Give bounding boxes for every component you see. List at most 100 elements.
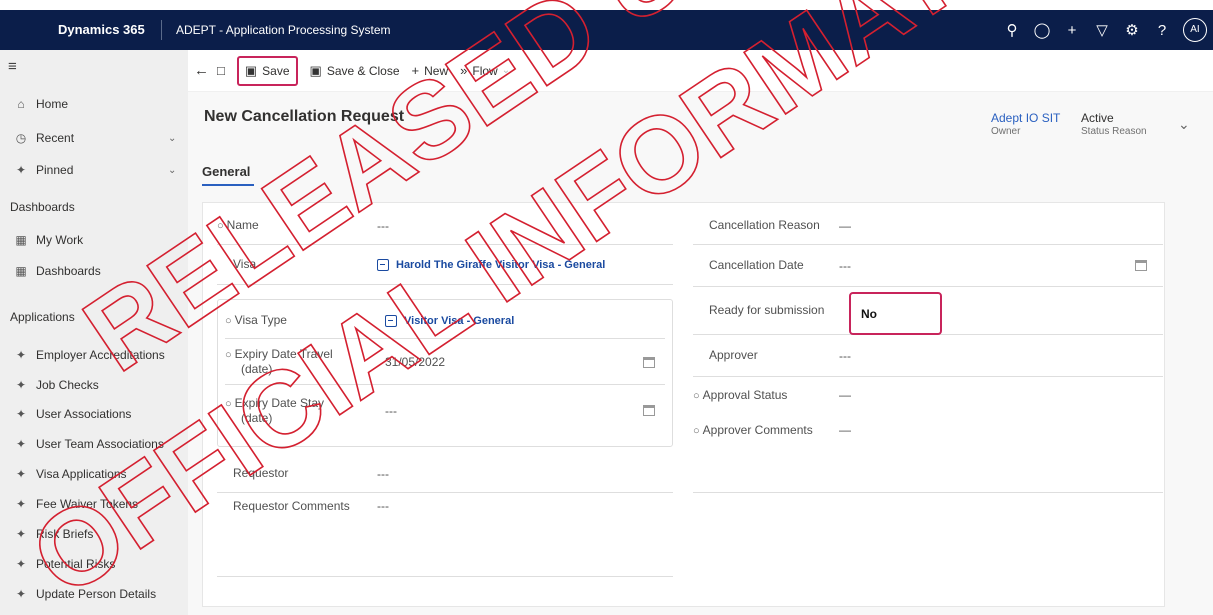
chevron-down-icon[interactable]: ⌄ <box>168 133 188 144</box>
field-requestor-comments: Requestor Comments --- <box>217 493 673 577</box>
expiry-travel-value[interactable]: 31/05/2022 <box>385 355 445 369</box>
top-navigation-bar: Dynamics 365 ADEPT - Application Process… <box>0 10 1213 50</box>
puzzle-icon: ✦ <box>15 407 27 421</box>
sidebar-item-risk-briefs[interactable]: ✦ Risk Briefs <box>0 520 188 548</box>
field-label: ○ Approval Status <box>693 387 788 402</box>
cancellation-date-input[interactable]: --- <box>839 259 851 273</box>
sidebar-item-fee-waiver-tokens[interactable]: ✦ Fee Waiver Tokens <box>0 490 188 518</box>
save-label: Save <box>262 63 290 78</box>
sidebar-item-employer-accreditations[interactable]: ✦ Employer Accreditations <box>0 341 188 369</box>
hamburger-menu-icon[interactable]: ≡ <box>8 58 17 75</box>
save-and-close-button[interactable]: ▣ Save & Close <box>310 56 400 86</box>
sidebar-item-job-checks[interactable]: ✦ Job Checks <box>0 371 188 399</box>
pin-icon: ✦ <box>15 163 27 177</box>
sidebar-item-pinned[interactable]: ✦ Pinned ⌄ <box>0 156 188 184</box>
chevron-down-icon[interactable]: ⌄ <box>168 165 188 176</box>
chevron-down-icon[interactable]: ⌄ <box>502 65 510 76</box>
clock-icon: ◷ <box>15 131 27 145</box>
chevron-down-icon[interactable]: ⌄ <box>1178 116 1190 133</box>
settings-gear-icon[interactable]: ⚙ <box>1117 21 1147 39</box>
visa-lookup-link[interactable]: Harold The Giraffe Visitor Visa - Genera… <box>377 258 605 271</box>
plus-icon[interactable]: + <box>1057 22 1087 39</box>
field-label: Requestor Comments <box>233 499 350 513</box>
brand-title[interactable]: Dynamics 365 <box>0 20 162 40</box>
sidebar-item-label: Dashboards <box>36 264 101 278</box>
visa-type-link[interactable]: Visitor Visa - General <box>385 314 514 327</box>
dashboard-icon: ▦ <box>15 233 27 247</box>
status-value: Active <box>1081 111 1114 125</box>
field-label: Approver <box>709 348 758 362</box>
lock-icon: ○ <box>225 398 232 410</box>
calendar-icon[interactable] <box>643 357 655 368</box>
owner-value[interactable]: Adept IO SIT <box>991 111 1060 125</box>
record-icon <box>385 314 397 327</box>
puzzle-icon: ✦ <box>15 527 27 541</box>
sidebar-item-label: Update Person Details <box>36 587 157 601</box>
status-label: Status Reason <box>1081 126 1147 137</box>
visa-value[interactable]: Harold The Giraffe Visitor Visa - Genera… <box>396 259 605 271</box>
sidebar-item-my-work[interactable]: ▦ My Work <box>0 226 188 254</box>
lock-icon: ○ <box>693 389 700 402</box>
name-input[interactable]: --- <box>377 219 389 233</box>
plus-icon: + <box>411 63 420 78</box>
lightbulb-icon[interactable]: ◯ <box>1027 21 1057 39</box>
field-label: ○ Name <box>217 218 259 232</box>
visa-type-value[interactable]: Visitor Visa - General <box>404 315 514 327</box>
field-label: Ready for submission <box>709 303 825 317</box>
field-requestor: Requestor --- <box>217 455 673 493</box>
puzzle-icon: ✦ <box>15 467 27 481</box>
save-button[interactable]: ▣ Save <box>236 55 298 86</box>
help-icon[interactable]: ? <box>1147 22 1177 39</box>
cancellation-reason-select[interactable]: — <box>839 219 851 233</box>
expiry-stay-value[interactable]: --- <box>385 404 397 418</box>
sidebar-item-recent[interactable]: ◷ Recent ⌄ <box>0 124 188 152</box>
sidebar-item-dashboards[interactable]: ▦ Dashboards <box>0 257 188 285</box>
flow-button[interactable]: » Flow ⌄ <box>460 56 510 86</box>
sidebar-item-user-associations[interactable]: ✦ User Associations <box>0 400 188 428</box>
form-area: New Cancellation Request Adept IO SIT Ow… <box>188 92 1213 615</box>
page-title: New Cancellation Request <box>204 108 405 125</box>
field-label: Cancellation Reason <box>709 218 820 232</box>
back-arrow-icon[interactable]: ← <box>194 56 209 86</box>
search-icon[interactable]: ⚲ <box>997 21 1027 39</box>
field-label: ○ Expiry Date Stay (date) <box>225 396 325 425</box>
open-in-new-window-icon[interactable]: □ <box>217 56 225 86</box>
flow-label: Flow <box>472 63 498 78</box>
approver-input[interactable]: --- <box>839 349 851 363</box>
ready-value: No <box>861 307 877 321</box>
sidebar-item-visa-applications[interactable]: ✦ Visa Applications <box>0 460 188 488</box>
calendar-icon[interactable] <box>1135 260 1147 271</box>
requestor-comments-input[interactable]: --- <box>377 499 389 513</box>
field-label: Visa <box>233 257 257 271</box>
section-heading-applications: Applications <box>10 310 75 324</box>
save-close-icon: ▣ <box>309 62 322 78</box>
tab-active-indicator <box>202 184 254 186</box>
approver-comments-value: — <box>839 423 851 437</box>
calendar-icon[interactable] <box>643 405 655 416</box>
puzzle-icon: ✦ <box>15 378 27 392</box>
user-avatar[interactable]: AI <box>1183 18 1207 42</box>
sidebar-item-update-person-details[interactable]: ✦ Update Person Details <box>0 580 188 608</box>
requestor-input[interactable]: --- <box>377 467 389 481</box>
app-name[interactable]: ADEPT - Application Processing System <box>162 23 391 37</box>
lock-icon: ○ <box>225 348 232 361</box>
field-cancellation-reason: Cancellation Reason — <box>693 207 1163 245</box>
sidebar-item-user-team-associations[interactable]: ✦ User Team Associations <box>0 430 188 458</box>
field-expiry-date-stay: ○ Expiry Date Stay (date) --- <box>225 385 665 437</box>
field-name: ○ Name --- <box>217 207 673 245</box>
tab-general[interactable]: General <box>202 164 250 179</box>
sidebar: ≡ ⌂ Home ◷ Recent ⌄ ✦ Pinned ⌄ Dashboard… <box>0 50 188 615</box>
header-owner: Adept IO SIT Owner <box>991 111 1060 137</box>
field-label: Requestor <box>233 466 289 480</box>
lock-icon: ○ <box>225 315 232 327</box>
sidebar-item-home[interactable]: ⌂ Home <box>0 90 188 118</box>
new-button[interactable]: + New <box>412 56 449 86</box>
ready-for-submission-toggle[interactable]: No <box>849 292 942 335</box>
section-heading-dashboards: Dashboards <box>10 200 75 214</box>
filter-icon[interactable]: ▽ <box>1087 21 1117 39</box>
puzzle-icon: ✦ <box>15 437 27 451</box>
puzzle-icon: ✦ <box>15 557 27 571</box>
lock-icon: ○ <box>217 220 224 232</box>
sidebar-item-potential-risks[interactable]: ✦ Potential Risks <box>0 550 188 578</box>
sidebar-item-label: My Work <box>36 233 84 247</box>
